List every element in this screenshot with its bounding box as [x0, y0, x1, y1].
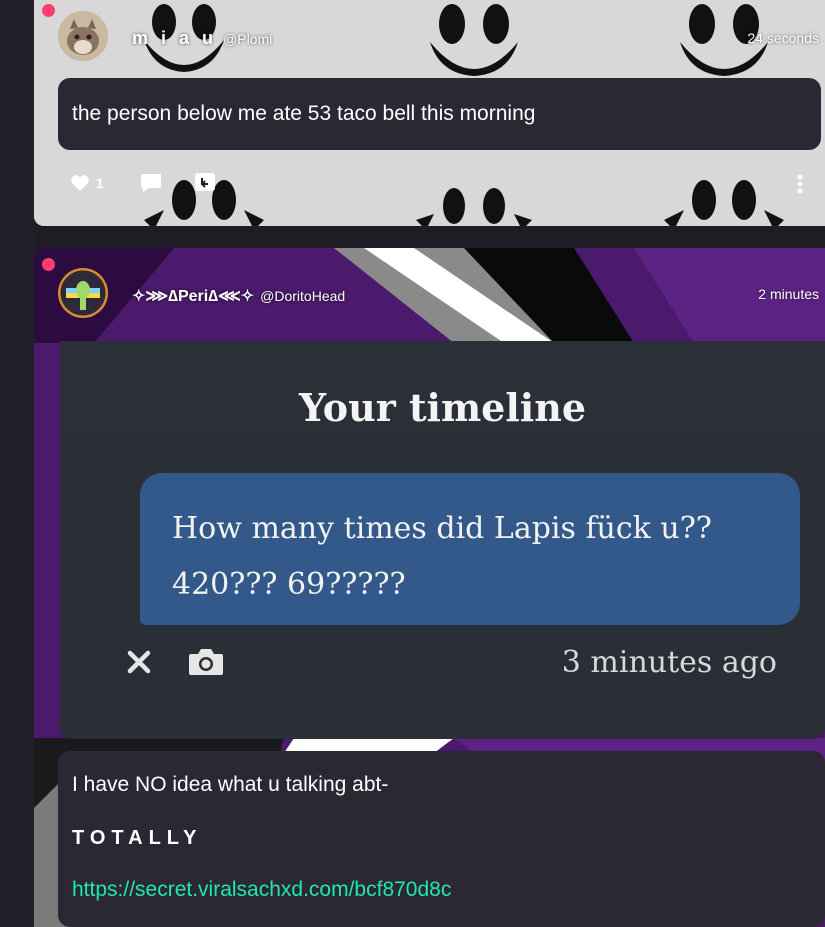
comment-icon [140, 174, 161, 192]
avatar[interactable] [58, 268, 108, 318]
close-icon [126, 649, 152, 680]
like-count: 1 [96, 175, 104, 191]
avatar-image [58, 268, 108, 318]
image-message-line: How many times did Lapis fück u?? [172, 511, 712, 546]
post-link[interactable]: https://secret.viralsachxd.com/bcf870d8c [72, 878, 811, 902]
attached-image[interactable]: Your timeline How many times did Lapis f… [60, 341, 825, 739]
more-icon [797, 174, 803, 194]
post-text-line: TOTALLY [72, 827, 203, 849]
avatar-image [58, 11, 108, 61]
comment-button[interactable] [140, 173, 162, 193]
image-message-card: How many times did Lapis fück u?? 420???… [140, 473, 800, 625]
post-actions: 1 [70, 172, 216, 194]
heart-icon [71, 175, 89, 192]
username-handle[interactable]: @Plomi [223, 31, 272, 47]
post-card: m i a u @Plomi 24 seconds the person bel… [34, 0, 825, 226]
author-line: ✧⋙∆Peri∆⋘✧ @DoritoHead [132, 286, 345, 306]
author-line: m i a u @Plomi [132, 28, 272, 49]
camera-icon [188, 647, 224, 682]
reply-button[interactable] [194, 172, 216, 194]
more-options-button[interactable] [797, 174, 803, 199]
left-rail [0, 0, 34, 927]
username-handle[interactable]: @DoritoHead [260, 288, 345, 304]
post-text-line: I have NO idea what u talking abt- [72, 773, 389, 796]
post-card: ✧⋙∆Peri∆⋘✧ @DoritoHead 2 minutes Your ti… [34, 248, 825, 927]
post-text: I have NO idea what u talking abt- TOTAL… [58, 751, 825, 927]
post-timestamp: 24 seconds [747, 30, 819, 46]
image-title: Your timeline [298, 385, 587, 430]
online-indicator [42, 258, 55, 271]
image-message-line: 420??? 69????? [172, 566, 406, 602]
display-name[interactable]: m i a u [132, 28, 217, 49]
like-button[interactable]: 1 [70, 174, 104, 192]
post-text: the person below me ate 53 taco bell thi… [58, 78, 821, 150]
reply-icon [194, 173, 215, 191]
avatar[interactable] [58, 11, 108, 61]
image-timestamp: 3 minutes ago [561, 645, 777, 680]
display-name[interactable]: ✧⋙∆Peri∆⋘✧ [132, 286, 254, 306]
post-timestamp: 2 minutes [758, 286, 819, 302]
online-indicator [42, 4, 55, 17]
